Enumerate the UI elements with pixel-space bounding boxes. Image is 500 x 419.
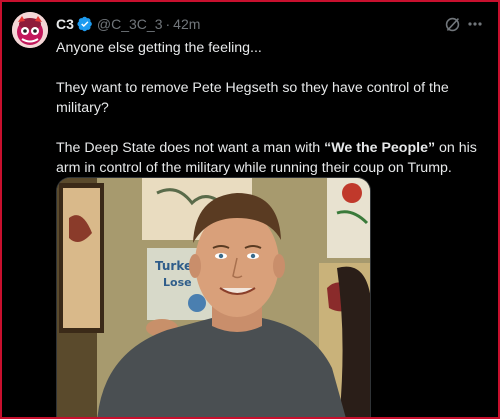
tweet-photo[interactable]: Turkeys Lose [56, 177, 371, 417]
photo-image: Turkeys Lose [57, 178, 370, 417]
more-icon[interactable] [468, 22, 482, 26]
avatar-image [12, 12, 48, 48]
avatar[interactable] [12, 12, 48, 48]
grok-icon[interactable] [444, 16, 461, 33]
timestamp[interactable]: 42m [173, 16, 200, 32]
user-handle[interactable]: @C_3C_3 [97, 16, 163, 32]
verified-badge-icon [77, 16, 92, 32]
tweet-line-1: Anyone else getting the feeling... [56, 40, 262, 56]
separator-dot: · [165, 16, 171, 32]
tweet-header: C3 @C_3C_3 · 42m [56, 14, 200, 34]
tweet-line-3: The Deep State does not want a man with … [56, 138, 486, 178]
svg-text:Lose: Lose [163, 276, 192, 289]
tweet-line-3-prefix: The Deep State does not want a man with [56, 140, 325, 156]
tweet-line-3-bold: “We the People” [324, 140, 436, 156]
tweet-line-2: They want to remove Pete Hegseth so they… [56, 80, 449, 116]
tweet-card: C3 @C_3C_3 · 42m Anyone else getting the… [0, 0, 500, 419]
display-name[interactable]: C3 [56, 16, 74, 32]
